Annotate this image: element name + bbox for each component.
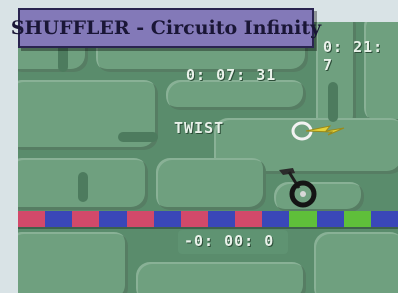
- unicycle-icon: [279, 168, 317, 208]
- board-slab: [314, 232, 398, 293]
- board-slab: [136, 262, 306, 293]
- board-groove: [328, 82, 338, 122]
- track-segment: [370, 211, 398, 227]
- board-slab: [18, 232, 128, 293]
- track-segment: [343, 211, 371, 227]
- track-segment: [126, 211, 154, 227]
- screenshot-frame: 0: 21: 7 0: 07: 31 TWIST -0: 00: 0 SHUFF…: [0, 0, 398, 293]
- track-segment: [45, 211, 73, 227]
- track-segment: [316, 211, 344, 227]
- trick-label: TWIST: [174, 119, 225, 137]
- track-segment: [72, 211, 100, 227]
- track-segment: [289, 211, 317, 227]
- track-segment: [235, 211, 263, 227]
- track-bar: [18, 211, 398, 227]
- board-groove: [78, 172, 88, 202]
- bottom-timer: -0: 00: 0: [184, 232, 275, 250]
- track-segment: [180, 211, 208, 227]
- title-banner: SHUFFLER - Circuito Infinity: [11, 8, 321, 48]
- track-segment: [207, 211, 236, 227]
- board-slab: [156, 158, 266, 210]
- top-right-timer: 0: 21: 7: [323, 38, 384, 74]
- game-screen: 0: 21: 7 0: 07: 31 TWIST -0: 00: 0: [18, 22, 398, 293]
- board-slab: [166, 80, 306, 110]
- main-timer: 0: 07: 31: [186, 66, 277, 84]
- track-segment: [153, 211, 181, 227]
- track-segment: [262, 211, 290, 227]
- title-text: SHUFFLER - Circuito Infinity: [10, 17, 322, 39]
- spark-icon: [291, 121, 345, 141]
- board-groove: [118, 132, 158, 142]
- track-segment: [18, 211, 46, 227]
- track-segment: [99, 211, 127, 227]
